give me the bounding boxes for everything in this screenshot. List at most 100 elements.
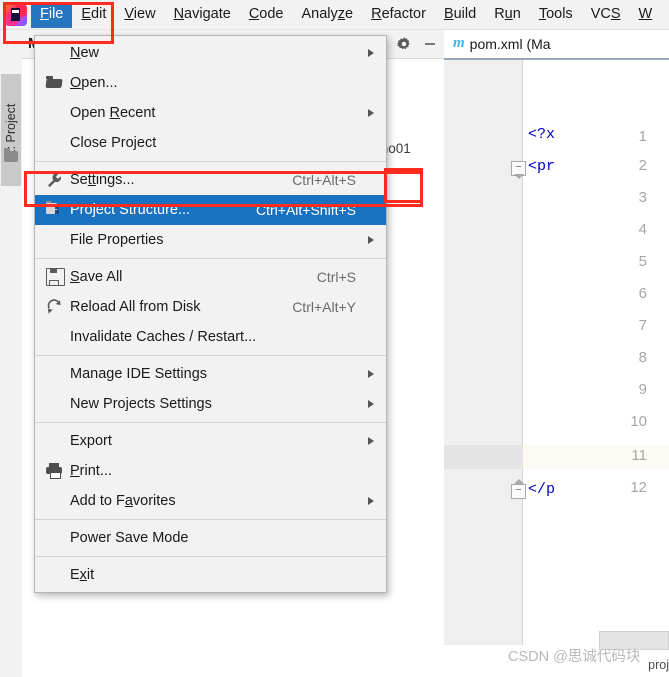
menu-file[interactable]: File bbox=[31, 1, 73, 28]
menu-file-label: File bbox=[40, 5, 64, 22]
menu-item-label: New Projects Settings bbox=[70, 396, 212, 412]
code-line: </p bbox=[528, 481, 556, 498]
line-number: 8 bbox=[638, 349, 647, 366]
project-structure-icon bbox=[46, 201, 63, 218]
idea-window: 1: Project Ma bbox=[0, 0, 669, 677]
code-line: <pr bbox=[528, 158, 556, 175]
editor-area: m pom.xml (Ma 1 2 3 4 5 6 7 8 9 10 11 12… bbox=[444, 29, 669, 677]
menu-analyze-label: Analyze bbox=[301, 5, 354, 22]
menu-refactor[interactable]: Refactor bbox=[362, 2, 435, 28]
line-number: 12 bbox=[630, 479, 647, 496]
menu-item-shortcut: Ctrl+Alt+Y bbox=[292, 299, 356, 315]
menu-item-settings[interactable]: Settings... Ctrl+Alt+S bbox=[35, 165, 386, 195]
chevron-right-icon bbox=[368, 236, 374, 244]
chevron-right-icon bbox=[368, 437, 374, 445]
caret-line-highlight bbox=[523, 445, 669, 469]
menu-navigate[interactable]: Navigate bbox=[165, 2, 240, 28]
menu-separator bbox=[35, 355, 386, 356]
folder-icon[interactable] bbox=[4, 148, 18, 162]
menu-tools-label: Tools bbox=[538, 5, 573, 22]
menu-item-add-to-favorites[interactable]: Add to Favorites bbox=[35, 486, 386, 516]
file-menu-popup: New Open... Open Recent Close Project Se… bbox=[34, 35, 387, 593]
menu-build-label: Build bbox=[443, 5, 477, 22]
menu-run[interactable]: Run bbox=[485, 2, 530, 28]
menu-item-label: Invalidate Caches / Restart... bbox=[70, 329, 257, 345]
menu-build[interactable]: Build bbox=[435, 2, 485, 28]
chevron-right-icon bbox=[368, 49, 374, 57]
menu-item-new-projects-settings[interactable]: New Projects Settings bbox=[35, 389, 386, 419]
folder-open-icon bbox=[46, 75, 63, 91]
chevron-right-icon bbox=[368, 370, 374, 378]
menu-item-power-save-mode[interactable]: Power Save Mode bbox=[35, 523, 386, 553]
menu-separator bbox=[35, 519, 386, 520]
intellij-idea-logo-icon bbox=[5, 3, 27, 26]
line-number: 2 bbox=[638, 157, 647, 174]
menu-vcs-label: VCS bbox=[590, 5, 621, 22]
menu-item-label: Open... bbox=[70, 75, 118, 91]
menu-code-label: Code bbox=[248, 5, 284, 22]
menu-item-save-all[interactable]: Save All Ctrl+S bbox=[35, 262, 386, 292]
line-number: 5 bbox=[638, 253, 647, 270]
menu-item-label: Manage IDE Settings bbox=[70, 366, 208, 382]
code-line: <?x bbox=[528, 126, 556, 143]
menu-item-invalidate-caches[interactable]: Invalidate Caches / Restart... bbox=[35, 322, 386, 352]
menu-item-label: Settings... bbox=[70, 172, 135, 188]
menu-item-label: Reload All from Disk bbox=[70, 299, 201, 315]
menu-window[interactable]: W bbox=[630, 2, 662, 28]
maven-m-icon: m bbox=[453, 35, 465, 51]
fold-minus-icon[interactable]: − bbox=[511, 161, 526, 179]
menu-item-shortcut: Ctrl+Alt+Shift+S bbox=[256, 202, 356, 218]
menu-run-label: Run bbox=[494, 5, 521, 22]
left-tool-stripe: 1: Project bbox=[0, 29, 23, 677]
menu-item-label: Power Save Mode bbox=[70, 530, 189, 546]
sidebar-item-project[interactable]: 1: Project bbox=[1, 74, 21, 186]
menu-item-manage-ide-settings[interactable]: Manage IDE Settings bbox=[35, 359, 386, 389]
menu-view-label: View bbox=[124, 5, 156, 22]
menu-item-shortcut: Ctrl+S bbox=[316, 269, 356, 285]
menu-edit-label: Edit bbox=[81, 5, 107, 22]
menu-item-new[interactable]: New bbox=[35, 38, 386, 68]
menu-item-reload-all-from-disk[interactable]: Reload All from Disk Ctrl+Alt+Y bbox=[35, 292, 386, 322]
menu-item-label: Export bbox=[70, 433, 112, 449]
line-number: 1 bbox=[638, 128, 647, 145]
menu-item-label: Add to Favorites bbox=[70, 493, 176, 509]
menu-edit[interactable]: Edit bbox=[72, 2, 115, 28]
minimize-icon[interactable] bbox=[422, 36, 438, 52]
menu-item-close-project[interactable]: Close Project bbox=[35, 128, 386, 158]
menu-item-open[interactable]: Open... bbox=[35, 68, 386, 98]
line-number: 7 bbox=[638, 317, 647, 334]
menu-view[interactable]: View bbox=[115, 2, 164, 28]
menu-item-export[interactable]: Export bbox=[35, 426, 386, 456]
menu-item-label: Open Recent bbox=[70, 105, 156, 121]
menu-item-exit[interactable]: Exit bbox=[35, 560, 386, 590]
menu-refactor-label: Refactor bbox=[371, 5, 426, 22]
line-number: 4 bbox=[638, 221, 647, 238]
menu-analyze[interactable]: Analyze bbox=[293, 2, 363, 28]
tab-pom-xml[interactable]: pom.xml (Ma bbox=[470, 36, 551, 52]
csdn-watermark: CSDN @思诚代码块 bbox=[508, 649, 641, 665]
line-number: 11 bbox=[631, 447, 647, 464]
menu-tools[interactable]: Tools bbox=[530, 2, 582, 28]
caret-line-gutter bbox=[444, 445, 523, 469]
chevron-right-icon bbox=[368, 109, 374, 117]
line-number: 6 bbox=[638, 285, 647, 302]
menu-item-open-recent[interactable]: Open Recent bbox=[35, 98, 386, 128]
menu-item-label: Exit bbox=[70, 567, 95, 583]
menu-item-label: Save All bbox=[70, 269, 123, 285]
menu-item-file-properties[interactable]: File Properties bbox=[35, 225, 386, 255]
line-number: 9 bbox=[638, 381, 647, 398]
menu-bar: File Edit View Navigate Code Analyze Ref… bbox=[0, 0, 669, 30]
menu-item-project-structure[interactable]: Project Structure... Ctrl+Alt+Shift+S bbox=[35, 195, 386, 225]
menu-item-label: Project Structure... bbox=[70, 202, 191, 218]
chevron-right-icon bbox=[368, 400, 374, 408]
editor-gutter bbox=[444, 60, 523, 645]
menu-separator bbox=[35, 422, 386, 423]
line-number: 3 bbox=[638, 189, 647, 206]
fold-minus-icon[interactable]: − bbox=[511, 479, 526, 499]
menu-item-print[interactable]: Print... bbox=[35, 456, 386, 486]
menu-vcs[interactable]: VCS bbox=[582, 2, 630, 28]
reload-icon bbox=[46, 299, 63, 315]
gear-icon[interactable] bbox=[396, 36, 412, 52]
menu-separator bbox=[35, 556, 386, 557]
menu-code[interactable]: Code bbox=[240, 2, 293, 28]
